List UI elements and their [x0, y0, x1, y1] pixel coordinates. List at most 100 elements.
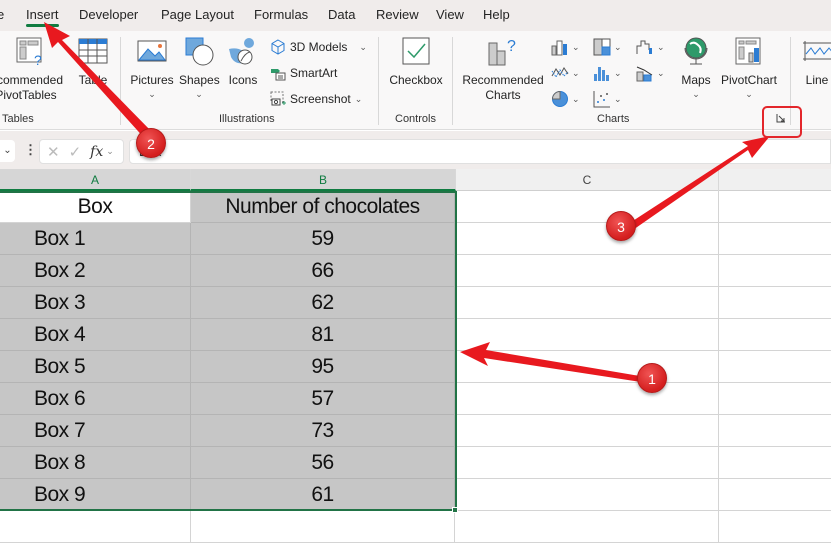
- statistic-chart-button[interactable]: ⌄: [593, 64, 622, 82]
- chevron-down-icon: ⌄: [3, 145, 12, 156]
- waterfall-chart-icon: [636, 38, 654, 56]
- tab-developer[interactable]: Developer: [79, 7, 138, 22]
- column-chart-button[interactable]: ⌄: [551, 38, 580, 56]
- scatter-chart-button[interactable]: ⌄: [593, 90, 622, 108]
- cancel-icon[interactable]: ✕: [47, 143, 60, 161]
- tab-formulas[interactable]: Formulas: [254, 7, 308, 22]
- tab-home-partial[interactable]: e: [0, 7, 4, 22]
- step-badge-1: 1: [637, 363, 667, 393]
- cell-box-label[interactable]: Box 1: [0, 223, 191, 255]
- cell-chocolate-count[interactable]: 73: [191, 415, 455, 447]
- 3d-models-button[interactable]: 3D Models ⌄: [270, 39, 367, 55]
- line-chart-button[interactable]: ⌄: [551, 64, 580, 82]
- cell-chocolate-count[interactable]: 95: [191, 351, 455, 383]
- combo-chart-button[interactable]: ⌄: [636, 64, 665, 82]
- pictures-button[interactable]: Pictures ⌄: [130, 35, 174, 100]
- fill-handle[interactable]: [452, 507, 458, 513]
- cell-empty[interactable]: [191, 511, 455, 543]
- cell-chocolate-count[interactable]: 57: [191, 383, 455, 415]
- cell-empty[interactable]: [719, 319, 831, 351]
- formula-input[interactable]: Box: [129, 139, 831, 164]
- cell-chocolate-count[interactable]: 62: [191, 287, 455, 319]
- cell-empty[interactable]: [719, 415, 831, 447]
- table-row: Box 2 66: [0, 255, 831, 287]
- cell-empty[interactable]: [455, 319, 719, 351]
- name-box-dropdown[interactable]: ⌄: [0, 140, 15, 162]
- pivotchart-button[interactable]: PivotChart ⌄: [720, 35, 778, 100]
- tab-help[interactable]: Help: [483, 7, 510, 22]
- column-header-d[interactable]: [719, 169, 831, 191]
- highlight-box: [762, 106, 802, 138]
- cell-empty[interactable]: [455, 479, 719, 511]
- hierarchy-chart-button[interactable]: ⌄: [593, 38, 622, 56]
- cell-b1[interactable]: Number of chocolates: [191, 191, 455, 223]
- smartart-button[interactable]: SmartArt: [270, 65, 337, 81]
- ribbon: ? commended PivotTables Table Tables Pic…: [0, 31, 831, 130]
- line-chart-icon: [551, 64, 569, 82]
- cell-empty[interactable]: [719, 383, 831, 415]
- cell-empty[interactable]: [719, 479, 831, 511]
- cell-empty[interactable]: [719, 447, 831, 479]
- waterfall-chart-button[interactable]: ⌄: [636, 38, 665, 56]
- chevron-down-icon[interactable]: ⌄: [106, 146, 114, 157]
- tab-review[interactable]: Review: [376, 7, 419, 22]
- column-header-a[interactable]: A: [0, 169, 191, 191]
- cell-empty[interactable]: [0, 511, 191, 543]
- cell-a1[interactable]: Box: [0, 191, 191, 223]
- cell-box-label[interactable]: Box 2: [0, 255, 191, 287]
- cell-empty[interactable]: [455, 255, 719, 287]
- cell-box-label[interactable]: Box 9: [0, 479, 191, 511]
- sparkline-line-button[interactable]: Line: [800, 35, 831, 88]
- enter-icon[interactable]: ✓: [69, 143, 82, 161]
- cell-empty[interactable]: [719, 511, 831, 543]
- screenshot-label: Screenshot: [290, 92, 351, 106]
- cell-empty[interactable]: [455, 223, 719, 255]
- cell-d1[interactable]: [719, 191, 831, 223]
- pie-chart-button[interactable]: ⌄: [551, 90, 580, 108]
- cell-empty[interactable]: [455, 383, 719, 415]
- pictures-chevron-icon: ⌄: [148, 89, 156, 99]
- insert-function-icon[interactable]: fx: [90, 144, 103, 160]
- cell-empty[interactable]: [455, 415, 719, 447]
- cell-box-label[interactable]: Box 3: [0, 287, 191, 319]
- cell-empty[interactable]: [719, 255, 831, 287]
- cell-chocolate-count[interactable]: 56: [191, 447, 455, 479]
- column-header-c[interactable]: C: [456, 169, 719, 191]
- cell-box-label[interactable]: Box 6: [0, 383, 191, 415]
- cell-chocolate-count[interactable]: 81: [191, 319, 455, 351]
- cell-box-label[interactable]: Box 8: [0, 447, 191, 479]
- cell-empty[interactable]: [455, 287, 719, 319]
- tab-view[interactable]: View: [436, 7, 464, 22]
- tab-insert[interactable]: Insert: [26, 7, 59, 27]
- more-options-icon[interactable]: ⋮: [24, 142, 37, 158]
- cell-box-label[interactable]: Box 5: [0, 351, 191, 383]
- cell-chocolate-count[interactable]: 59: [191, 223, 455, 255]
- cell-box-label[interactable]: Box 4: [0, 319, 191, 351]
- cell-chocolate-count[interactable]: 66: [191, 255, 455, 287]
- shapes-button[interactable]: Shapes ⌄: [179, 35, 220, 100]
- cell-empty[interactable]: [455, 351, 719, 383]
- pie-chart-chevron-icon: ⌄: [572, 94, 580, 104]
- recommended-pivottables-button[interactable]: ? commended PivotTables: [0, 35, 70, 103]
- cell-chocolate-count[interactable]: 61: [191, 479, 455, 511]
- checkbox-button[interactable]: Checkbox: [388, 35, 444, 88]
- column-chart-icon: [551, 38, 569, 56]
- tab-data[interactable]: Data: [328, 7, 355, 22]
- step-badge-2: 2: [136, 128, 166, 158]
- cell-empty[interactable]: [455, 511, 719, 543]
- column-header-b[interactable]: B: [191, 169, 456, 191]
- table-button[interactable]: Table: [76, 35, 110, 88]
- scatter-chart-chevron-icon: ⌄: [614, 94, 622, 104]
- maps-button[interactable]: Maps ⌄: [678, 35, 714, 100]
- cell-empty[interactable]: [455, 447, 719, 479]
- recommended-charts-button[interactable]: ? Recommended Charts: [460, 35, 546, 103]
- icons-button[interactable]: Icons: [227, 35, 259, 88]
- cell-c1[interactable]: [455, 191, 719, 223]
- screenshot-button[interactable]: Screenshot ⌄: [270, 91, 362, 107]
- cell-empty[interactable]: [719, 351, 831, 383]
- pivotchart-label: PivotChart: [720, 73, 778, 87]
- cell-empty[interactable]: [719, 287, 831, 319]
- cell-box-label[interactable]: Box 7: [0, 415, 191, 447]
- cell-empty[interactable]: [719, 223, 831, 255]
- tab-page-layout[interactable]: Page Layout: [161, 7, 234, 22]
